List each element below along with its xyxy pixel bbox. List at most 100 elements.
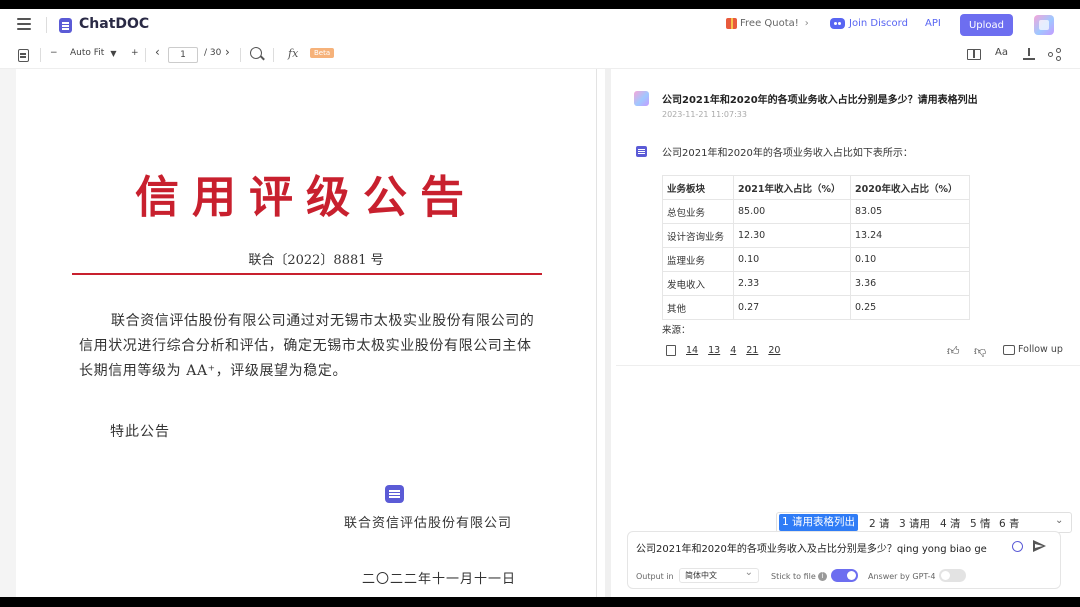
send-icon[interactable] bbox=[1033, 540, 1047, 553]
table-header: 2021年收入占比（%） bbox=[733, 175, 851, 200]
thumbs-up-icon[interactable]: 👍︎ bbox=[947, 344, 960, 359]
total-pages: / 30 bbox=[204, 48, 222, 58]
source-page-link[interactable]: 4 bbox=[730, 345, 736, 356]
pdf-viewer[interactable]: 信用评级公告 联合〔2022〕8881 号 联合资信评估股份有限公司通过对无锡市… bbox=[0, 69, 597, 597]
source-page-link[interactable]: 21 bbox=[746, 345, 758, 356]
toolbar-divider bbox=[40, 48, 41, 62]
assistant-icon bbox=[636, 146, 647, 157]
ime-candidate[interactable]: 2 请 bbox=[869, 516, 890, 531]
answer-divider bbox=[616, 365, 1080, 366]
toolbar-divider bbox=[145, 48, 146, 62]
upload-button[interactable]: Upload bbox=[960, 14, 1013, 36]
free-quota-link[interactable]: Free Quota! › bbox=[726, 18, 809, 29]
next-page-button[interactable]: › bbox=[225, 45, 230, 59]
share-icon[interactable] bbox=[1048, 48, 1062, 62]
document-icon[interactable] bbox=[18, 49, 29, 62]
chevron-down-icon[interactable]: ⌄ bbox=[1055, 515, 1063, 526]
table-cell: 83.05 bbox=[850, 199, 970, 224]
source-label: 来源： bbox=[662, 325, 691, 336]
discord-icon bbox=[830, 18, 845, 29]
follow-up-icon bbox=[1003, 344, 1015, 355]
zoom-in-button[interactable]: + bbox=[131, 48, 139, 58]
join-discord-link[interactable]: Join Discord bbox=[830, 18, 908, 29]
app-window: ChatDOC Free Quota! › Join Discord API U… bbox=[0, 9, 1080, 597]
table-cell: 发电收入 bbox=[662, 271, 734, 296]
book-icon[interactable] bbox=[967, 49, 981, 60]
gpt4-label: Answer by GPT-4 bbox=[868, 572, 936, 581]
info-icon[interactable]: i bbox=[818, 572, 827, 581]
zoom-select[interactable]: Auto Fit ▼ bbox=[70, 48, 116, 58]
thumbs-down-icon[interactable]: 👎︎ bbox=[974, 344, 986, 359]
table-cell: 其他 bbox=[662, 295, 734, 320]
font-size-button[interactable]: Aa bbox=[995, 47, 1008, 58]
page-ref-icon bbox=[666, 345, 676, 356]
chat-input[interactable]: 公司2021年和2020年的各项业务收入及占比分别是多少？qing yong b… bbox=[636, 540, 988, 555]
free-quota-label: Free Quota! bbox=[740, 18, 799, 29]
beta-badge: Beta bbox=[310, 48, 335, 58]
gpt4-toggle[interactable] bbox=[939, 569, 966, 582]
question-timestamp: 2023-11-21 11:07:33 bbox=[662, 110, 747, 119]
table-cell: 监理业务 bbox=[662, 247, 734, 272]
stick-to-file-label: Stick to file bbox=[771, 572, 816, 581]
pdf-toolbar: − Auto Fit ▼ + ‹ 1 / 30 › fx Beta Aa bbox=[0, 41, 1080, 69]
table-header-row: 业务板块 2021年收入占比（%） 2020年收入占比（%） bbox=[662, 175, 970, 200]
source-page-link[interactable]: 14 bbox=[686, 345, 698, 356]
join-discord-label: Join Discord bbox=[849, 18, 908, 29]
source-references: 14 13 4 21 20 bbox=[666, 345, 780, 356]
gift-icon bbox=[726, 18, 737, 29]
table-cell: 0.10 bbox=[850, 247, 970, 272]
table-row: 发电收入 2.33 3.36 bbox=[662, 271, 970, 296]
table-row: 监理业务 0.10 0.10 bbox=[662, 247, 970, 272]
zoom-out-button[interactable]: − bbox=[50, 48, 58, 58]
api-link[interactable]: API bbox=[925, 18, 941, 29]
chat-bubble-icon[interactable] bbox=[385, 485, 404, 503]
app-name[interactable]: ChatDOC bbox=[79, 16, 149, 32]
caret-down-icon: ▼ bbox=[110, 48, 117, 58]
document-notice: 特此公告 bbox=[110, 424, 170, 440]
follow-up-button[interactable]: Follow up bbox=[1003, 344, 1063, 355]
document-number: 联合〔2022〕8881 号 bbox=[248, 253, 384, 268]
table-header: 2020年收入占比（%） bbox=[850, 175, 970, 200]
follow-up-label: Follow up bbox=[1018, 344, 1063, 355]
search-icon[interactable] bbox=[250, 47, 262, 59]
table-row: 其他 0.27 0.25 bbox=[662, 295, 970, 320]
table-row: 总包业务 85.00 83.05 bbox=[662, 199, 970, 224]
output-language-select[interactable]: 简体中文 bbox=[679, 566, 759, 583]
download-icon[interactable] bbox=[1023, 48, 1035, 61]
document-body: 联合资信评估股份有限公司通过对无锡市太极实业股份有限公司的信用状况进行综合分析和… bbox=[79, 313, 535, 379]
pdf-page: 信用评级公告 联合〔2022〕8881 号 联合资信评估股份有限公司通过对无锡市… bbox=[16, 69, 596, 597]
chevron-right-icon: › bbox=[804, 18, 809, 29]
table-cell: 3.36 bbox=[850, 271, 970, 296]
table-cell: 85.00 bbox=[733, 199, 851, 224]
ime-candidate[interactable]: 1 请用表格列出 bbox=[779, 514, 859, 531]
menu-icon[interactable] bbox=[17, 18, 33, 32]
zoom-value: Auto Fit bbox=[70, 48, 105, 58]
answer-table: 业务板块 2021年收入占比（%） 2020年收入占比（%） 总包业务 85.0… bbox=[662, 175, 970, 320]
ime-candidate[interactable]: 4 清 bbox=[940, 516, 961, 531]
header-divider bbox=[46, 17, 47, 33]
table-cell: 12.30 bbox=[733, 223, 851, 248]
table-row: 设计咨询业务 12.30 13.24 bbox=[662, 223, 970, 248]
table-cell: 13.24 bbox=[850, 223, 970, 248]
toolbar-divider bbox=[273, 48, 274, 62]
pane-scrollbar[interactable] bbox=[605, 69, 611, 597]
stick-to-file-toggle[interactable] bbox=[831, 569, 858, 582]
ime-candidate[interactable]: 6 青 bbox=[999, 516, 1020, 531]
document-title: 信用评级公告 bbox=[135, 172, 477, 223]
ime-candidate-bar: 1 请用表格列出 2 请 3 请用 4 清 5 情 6 青 ⌄ bbox=[776, 512, 1072, 533]
table-cell: 0.10 bbox=[733, 247, 851, 272]
formula-button[interactable]: fx bbox=[288, 47, 298, 60]
table-cell: 总包业务 bbox=[662, 199, 734, 224]
table-cell: 设计咨询业务 bbox=[662, 223, 734, 248]
settings-icon[interactable] bbox=[1012, 541, 1023, 552]
source-page-link[interactable]: 13 bbox=[708, 345, 720, 356]
chatdoc-logo-icon bbox=[59, 18, 72, 33]
page-number-input[interactable]: 1 bbox=[168, 47, 198, 63]
prev-page-button[interactable]: ‹ bbox=[155, 45, 160, 59]
source-page-link[interactable]: 20 bbox=[768, 345, 780, 356]
ime-candidate[interactable]: 3 请用 bbox=[899, 516, 930, 531]
document-date: 二〇二二年十一月十一日 bbox=[362, 572, 517, 587]
ime-candidate[interactable]: 5 情 bbox=[970, 516, 991, 531]
question-text: 公司2021年和2020年的各项业务收入占比分别是多少？请用表格列出 bbox=[662, 95, 978, 106]
user-avatar[interactable] bbox=[1034, 15, 1054, 35]
